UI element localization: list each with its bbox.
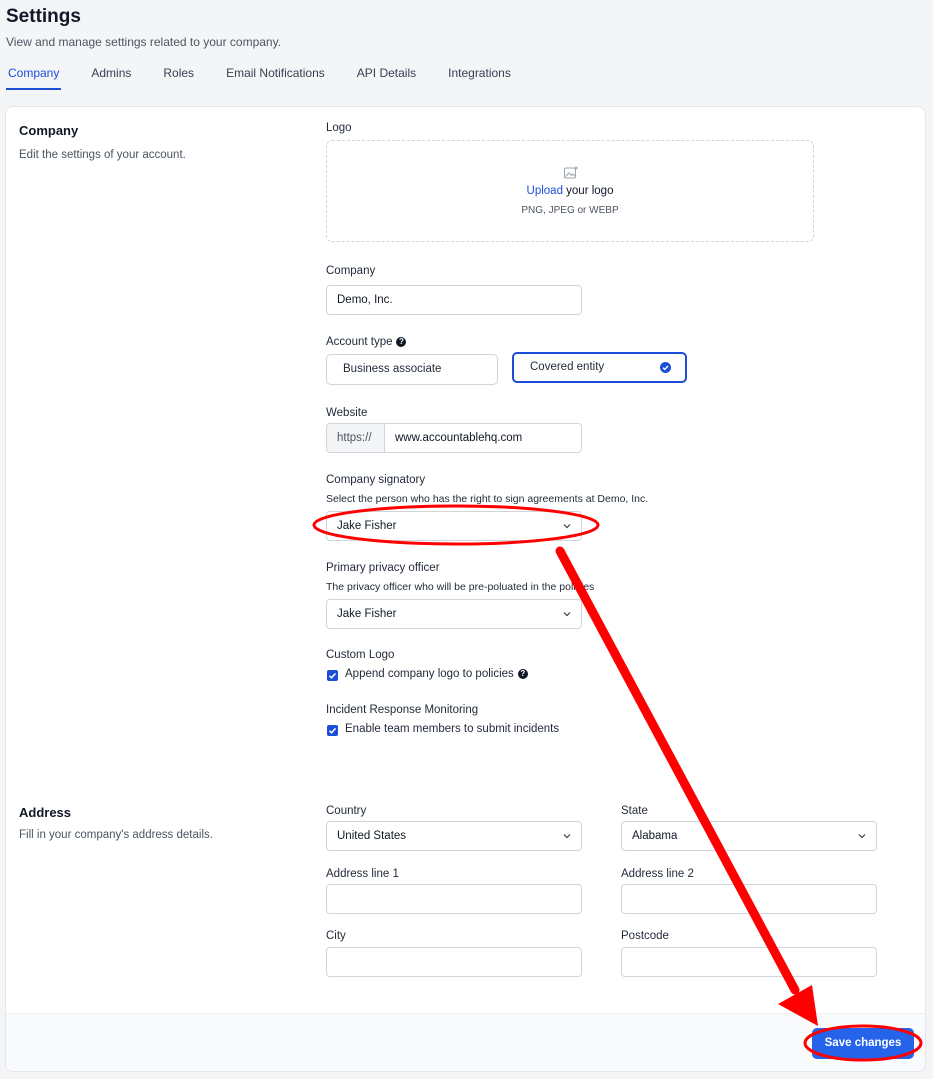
account-type-label-text: Account type bbox=[326, 336, 393, 348]
country-label: Country bbox=[326, 805, 367, 817]
city-input[interactable] bbox=[326, 947, 582, 977]
privacy-officer-description: The privacy officer who will be pre-polu… bbox=[326, 581, 595, 593]
country-select[interactable]: United States bbox=[326, 821, 582, 851]
company-section-description: Edit the settings of your account. bbox=[19, 149, 186, 161]
tab-admins[interactable]: Admins bbox=[89, 63, 133, 90]
incident-monitoring-label: Incident Response Monitoring bbox=[326, 704, 479, 716]
address-section-description: Fill in your company's address details. bbox=[19, 829, 213, 841]
company-label: Company bbox=[326, 265, 376, 277]
privacy-officer-label: Primary privacy officer bbox=[326, 562, 440, 574]
state-value: Alabama bbox=[632, 830, 678, 842]
incident-monitoring-checkbox-label: Enable team members to submit incidents bbox=[345, 723, 560, 735]
card-footer bbox=[6, 1013, 925, 1071]
chevron-down-icon bbox=[858, 834, 866, 839]
custom-logo-label: Custom Logo bbox=[326, 649, 395, 661]
signatory-value: Jake Fisher bbox=[337, 520, 397, 532]
tab-company[interactable]: Company bbox=[6, 63, 62, 90]
logo-upload-dropzone[interactable]: Upload your logo PNG, JPEG or WEBP bbox=[326, 140, 814, 242]
image-icon bbox=[564, 166, 578, 179]
custom-logo-checkbox-label: Append company logo to policies? bbox=[345, 668, 528, 680]
custom-logo-text: Append company logo to policies bbox=[345, 668, 514, 680]
address-line1-input[interactable] bbox=[326, 884, 582, 914]
website-input[interactable]: www.accountablehq.com bbox=[384, 423, 582, 453]
address-line2-label: Address line 2 bbox=[621, 868, 694, 880]
country-value: United States bbox=[337, 830, 407, 842]
account-type-business-associate[interactable]: Business associate bbox=[326, 354, 498, 385]
upload-hint: PNG, JPEG or WEBP bbox=[521, 205, 619, 216]
address-line2-input[interactable] bbox=[621, 884, 877, 914]
tab-roles[interactable]: Roles bbox=[161, 63, 196, 90]
chevron-down-icon bbox=[563, 834, 571, 839]
chevron-down-icon bbox=[563, 524, 571, 529]
incident-monitoring-checkbox[interactable] bbox=[327, 725, 338, 736]
company-name-input[interactable]: Demo, Inc. bbox=[326, 285, 582, 315]
tab-email-notifications[interactable]: Email Notifications bbox=[224, 63, 327, 90]
chevron-down-icon bbox=[563, 612, 571, 617]
signatory-description: Select the person who has the right to s… bbox=[326, 493, 649, 505]
account-type-covered-entity[interactable]: Covered entity bbox=[512, 352, 687, 383]
tab-integrations[interactable]: Integrations bbox=[446, 63, 513, 90]
state-select[interactable]: Alabama bbox=[621, 821, 877, 851]
settings-card: Company Edit the settings of your accoun… bbox=[5, 106, 926, 1072]
postcode-label: Postcode bbox=[621, 930, 669, 942]
checkmark-icon bbox=[328, 727, 337, 734]
city-label: City bbox=[326, 930, 346, 942]
state-label: State bbox=[621, 805, 648, 817]
upload-text: your logo bbox=[562, 185, 614, 197]
account-type-label: Account type? bbox=[326, 336, 407, 348]
covered-entity-label: Covered entity bbox=[530, 361, 605, 373]
page-subtitle: View and manage settings related to your… bbox=[6, 35, 282, 49]
upload-link[interactable]: Upload bbox=[527, 185, 563, 197]
upload-prompt: Upload your logo bbox=[327, 185, 813, 197]
privacy-officer-value: Jake Fisher bbox=[337, 608, 397, 620]
save-changes-button[interactable]: Save changes bbox=[812, 1028, 914, 1059]
question-circle-icon[interactable]: ? bbox=[396, 337, 407, 347]
signatory-label: Company signatory bbox=[326, 474, 426, 486]
website-prefix: https:// bbox=[326, 423, 385, 453]
signatory-select[interactable]: Jake Fisher bbox=[326, 511, 582, 541]
website-input-group: https:// www.accountablehq.com bbox=[326, 423, 582, 453]
logo-label: Logo bbox=[326, 122, 352, 134]
checkmark-icon bbox=[328, 672, 337, 679]
website-label: Website bbox=[326, 407, 368, 419]
check-circle-icon bbox=[660, 362, 671, 373]
address-line1-label: Address line 1 bbox=[326, 868, 399, 880]
page-title: Settings bbox=[6, 6, 81, 27]
custom-logo-checkbox[interactable] bbox=[327, 670, 338, 681]
address-section-title: Address bbox=[19, 805, 72, 820]
question-circle-icon[interactable]: ? bbox=[517, 669, 528, 679]
company-section-title: Company bbox=[19, 123, 79, 138]
tab-api-details[interactable]: API Details bbox=[355, 63, 418, 90]
settings-tabs: Company Admins Roles Email Notifications… bbox=[6, 63, 541, 90]
postcode-input[interactable] bbox=[621, 947, 877, 977]
privacy-officer-select[interactable]: Jake Fisher bbox=[326, 599, 582, 629]
